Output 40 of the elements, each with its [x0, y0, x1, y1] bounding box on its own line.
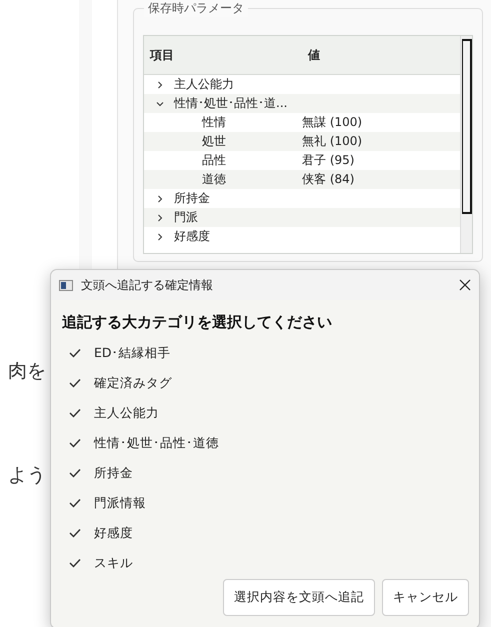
- checkmark-icon[interactable]: [68, 347, 82, 359]
- document-text: よう: [8, 463, 46, 488]
- tree-item[interactable]: 主人公能力: [170, 76, 296, 93]
- tree-value: 君子 (95): [301, 152, 356, 169]
- tree-item[interactable]: 好感度: [170, 228, 296, 245]
- checkmark-icon[interactable]: [68, 527, 82, 539]
- column-header[interactable]: 項目: [144, 46, 302, 64]
- tree-value: 無謀 (100): [301, 114, 364, 131]
- option-label[interactable]: ED･結縁相手: [94, 344, 171, 362]
- checkmark-icon[interactable]: [68, 377, 82, 389]
- tree-item[interactable]: 性情: [144, 114, 300, 131]
- option-label[interactable]: 門派情報: [94, 494, 146, 512]
- window-icon: [59, 280, 73, 290]
- close-icon[interactable]: [459, 279, 471, 291]
- checkmark-icon[interactable]: [68, 497, 82, 509]
- option-label[interactable]: 所持金: [94, 464, 133, 482]
- tree-item[interactable]: 道徳: [144, 171, 300, 188]
- option-label[interactable]: 主人公能力: [94, 404, 159, 422]
- tree-item[interactable]: 品性: [144, 152, 300, 169]
- option-label[interactable]: 確定済みタグ: [94, 374, 172, 392]
- dialog-heading: 追記する大カテゴリを選択してください: [61, 312, 333, 333]
- checkmark-icon[interactable]: [68, 407, 82, 419]
- tree-item[interactable]: 処世: [144, 133, 300, 150]
- dialog-title: 文頭へ追記する確定情報: [81, 276, 214, 294]
- checkmark-icon[interactable]: [68, 437, 82, 449]
- checkmark-icon[interactable]: [68, 557, 82, 569]
- tree-view[interactable]: 項目 値 主人公能力 性情･処世･品性･道... 性情 無謀 (100) 処世 無礼 (100) 品性 君子 (95) 道徳 侠客 (84) 所持金 門派 好感度: [143, 35, 473, 254]
- scrollbar[interactable]: [460, 36, 472, 253]
- option-label[interactable]: 性情･処世･品性･道徳: [94, 434, 219, 452]
- tree-value: 無礼 (100): [301, 133, 364, 150]
- cancel-button[interactable]: キャンセル: [382, 579, 469, 616]
- option-label[interactable]: 好感度: [94, 524, 133, 542]
- group-title: 保存時パラメータ: [144, 0, 248, 17]
- option-label[interactable]: スキル: [94, 554, 133, 572]
- append-button[interactable]: 選択内容を文頭へ追記: [223, 579, 375, 616]
- column-header[interactable]: 値: [302, 46, 452, 64]
- document-text: 肉を: [8, 359, 46, 384]
- tree-value: 侠客 (84): [301, 171, 356, 188]
- checkmark-icon[interactable]: [68, 467, 82, 479]
- tree-item[interactable]: 所持金: [170, 190, 296, 207]
